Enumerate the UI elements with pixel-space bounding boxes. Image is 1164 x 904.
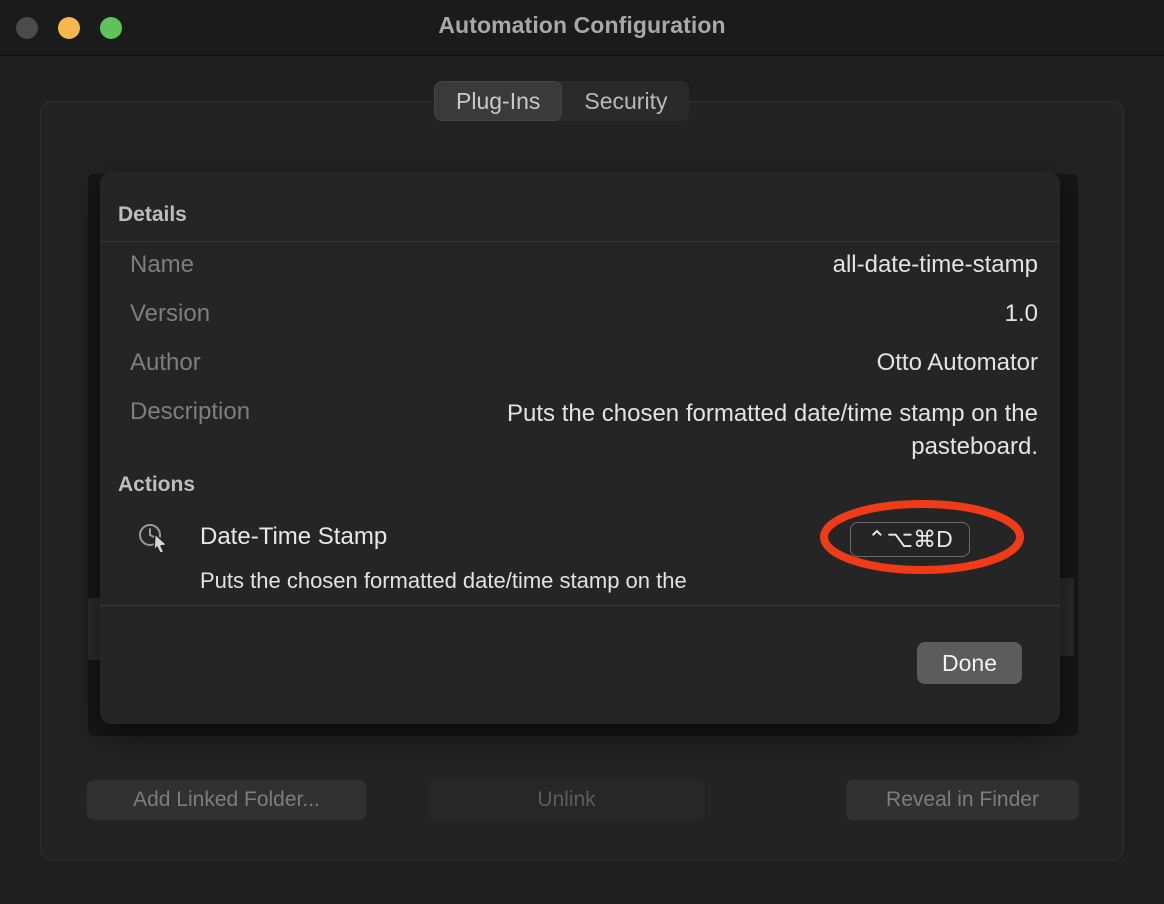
detail-row-author: Author Otto Automator: [100, 348, 1060, 378]
tab-security-label: Security: [584, 87, 668, 114]
actions-section-title: Actions: [118, 473, 196, 496]
detail-label-description: Description: [130, 398, 251, 425]
list-scrollbar-right[interactable]: [1060, 578, 1074, 656]
tab-security[interactable]: Security: [562, 81, 689, 121]
detail-value-author: Otto Automator: [876, 349, 1038, 376]
details-title: Details: [118, 203, 187, 226]
automation-configuration-window: Automation Configuration Plug-Ins Securi…: [0, 0, 1164, 904]
tab-plug-ins-label: Plug-Ins: [456, 87, 541, 114]
action-name: Date-Time Stamp: [200, 523, 388, 550]
detail-row-name: Name all-date-time-stamp: [100, 250, 1060, 280]
detail-value-description: Puts the chosen formatted date/time stam…: [507, 400, 1038, 460]
action-item-date-time-stamp[interactable]: Date-Time Stamp Puts the chosen formatte…: [100, 515, 1060, 593]
tab-bar: Plug-Ins Security: [434, 81, 690, 121]
keyboard-shortcut-badge[interactable]: ⌃⌥⌘D: [850, 522, 970, 557]
window-title: Automation Configuration: [438, 12, 726, 38]
detail-label-author: Author: [130, 349, 201, 376]
details-sheet-header: Details: [100, 172, 1060, 242]
add-linked-folder-label: Add Linked Folder...: [133, 788, 320, 811]
clock-cursor-icon: [138, 521, 168, 554]
detail-value-version: 1.0: [1004, 300, 1038, 327]
detail-row-version: Version 1.0: [100, 299, 1060, 329]
detail-value-name: all-date-time-stamp: [832, 251, 1038, 278]
done-button-label: Done: [942, 649, 997, 676]
tab-plug-ins[interactable]: Plug-Ins: [434, 81, 563, 121]
details-field-list: Name all-date-time-stamp Version 1.0 Aut…: [100, 250, 1060, 482]
detail-label-name: Name: [130, 251, 195, 278]
keyboard-shortcut-text: ⌃⌥⌘D: [867, 526, 953, 552]
reveal-in-finder-button[interactable]: Reveal in Finder: [846, 780, 1079, 820]
unlink-button[interactable]: Unlink: [428, 780, 705, 820]
sheet-footer-divider: [100, 605, 1060, 606]
list-scrollbar-left[interactable]: [88, 598, 100, 660]
detail-row-description: Description Puts the chosen formatted da…: [100, 397, 1060, 463]
unlink-label: Unlink: [537, 788, 596, 811]
details-sheet: Details Name all-date-time-stamp Version…: [100, 172, 1060, 724]
add-linked-folder-button[interactable]: Add Linked Folder...: [87, 780, 366, 820]
done-button[interactable]: Done: [917, 642, 1022, 684]
reveal-in-finder-label: Reveal in Finder: [886, 788, 1039, 811]
panel-action-buttons: Add Linked Folder... Unlink Reveal in Fi…: [87, 780, 1079, 820]
action-description: Puts the chosen formatted date/time stam…: [200, 568, 687, 593]
detail-label-version: Version: [130, 300, 211, 327]
window-titlebar: Automation Configuration: [0, 0, 1164, 56]
